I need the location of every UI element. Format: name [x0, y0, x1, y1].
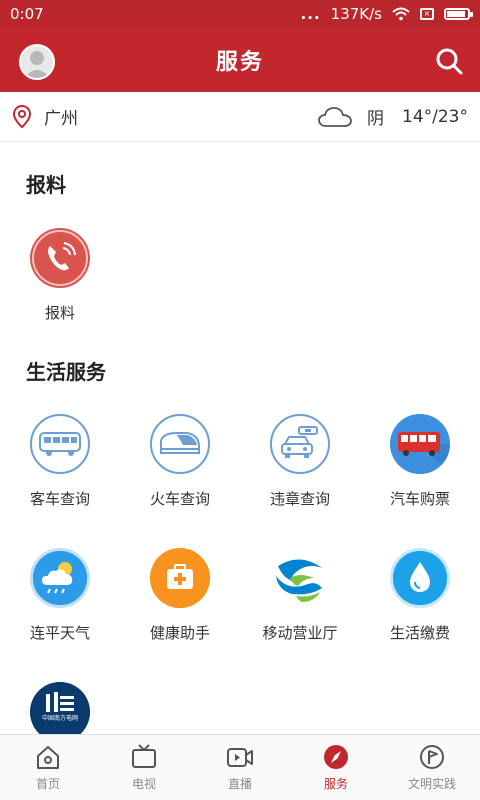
service-violation-query[interactable]: 违章查询	[240, 414, 360, 509]
app-header: 服务	[0, 28, 480, 92]
service-label: 汽车购票	[389, 490, 450, 508]
service-bus-ticket[interactable]: 汽车购票	[360, 414, 480, 509]
page-title: 服务	[215, 50, 264, 75]
location-weather-bar: 广州 阴 14°/23°	[0, 92, 480, 142]
wifi-icon	[392, 7, 410, 21]
battery-icon	[444, 8, 473, 20]
service-train-query[interactable]: 火车查询	[120, 414, 240, 509]
tab-label: 服务	[323, 777, 348, 791]
weather-icon	[30, 548, 90, 608]
service-label: 客车查询	[29, 490, 90, 508]
search-icon	[436, 48, 463, 75]
svg-text:中国南方电网: 中国南方电网	[42, 714, 78, 722]
compass-icon	[324, 745, 348, 769]
bus-icon	[30, 414, 90, 474]
service-label: 连平天气	[29, 624, 90, 642]
status-indicators: ... 137K/s ×	[300, 5, 473, 23]
tab-label: 首页	[35, 777, 60, 791]
live-video-icon	[227, 748, 253, 767]
service-bus-query[interactable]: 客车查询	[0, 414, 120, 509]
section-title-report: 报料	[26, 173, 66, 197]
service-lianping-weather[interactable]: 连平天气	[0, 548, 120, 643]
service-mobile-hall[interactable]: 移动营业厅	[240, 548, 360, 643]
service-southern-grid[interactable]: 中国南方电网	[0, 682, 120, 734]
service-label: 生活缴费	[389, 624, 450, 642]
city-name[interactable]: 广州	[44, 104, 317, 129]
china-southern-grid-icon: 中国南方电网	[30, 682, 90, 734]
sim-icon: ×	[420, 8, 434, 20]
service-label: 火车查询	[149, 490, 210, 508]
weather-condition: 阴	[367, 109, 384, 129]
tab-live[interactable]: 直播	[192, 735, 288, 800]
tab-civilization-practice[interactable]: 文明实践	[384, 735, 480, 800]
service-label: 健康助手	[149, 624, 210, 642]
water-drop-icon	[390, 548, 450, 608]
status-more: ...	[300, 5, 321, 23]
tab-home[interactable]: 首页	[0, 735, 96, 800]
services-content: 报料 报料 生活服务 客车查询 火车查询 违章查询 汽车购票 连平天气 健康助手…	[0, 142, 480, 734]
service-label: 报料	[44, 304, 75, 322]
search-button[interactable]	[434, 46, 464, 76]
car-violation-icon	[270, 414, 330, 474]
tab-label: 电视	[131, 777, 156, 791]
status-bar: 0:07 ... 137K/s ×	[0, 0, 480, 28]
tab-label: 直播	[227, 777, 252, 791]
service-report[interactable]: 报料	[0, 228, 120, 323]
tab-label: 文明实践	[407, 777, 456, 791]
section-title-life: 生活服务	[26, 360, 106, 384]
china-mobile-icon	[270, 548, 330, 608]
network-speed: 137K/s	[330, 5, 382, 23]
health-kit-icon	[150, 548, 210, 608]
bus-ticket-icon	[390, 414, 450, 474]
tv-icon	[132, 744, 156, 768]
tab-service[interactable]: 服务	[288, 735, 384, 800]
avatar[interactable]	[19, 44, 55, 80]
avatar-person-icon	[24, 51, 50, 78]
service-label: 违章查询	[269, 490, 330, 508]
service-label: 移动营业厅	[262, 624, 338, 642]
status-time: 0:07	[10, 5, 44, 23]
weather-temperature: 14°/23°	[402, 106, 468, 127]
location-pin-icon	[12, 104, 32, 128]
home-icon	[37, 746, 59, 769]
cloud-icon	[318, 106, 352, 127]
bottom-tab-bar: 首页 电视 直播 服务 文明实践	[0, 734, 480, 800]
service-utility-payment[interactable]: 生活缴费	[360, 548, 480, 643]
tab-tv[interactable]: 电视	[96, 735, 192, 800]
phone-report-icon	[30, 228, 90, 288]
service-health-assistant[interactable]: 健康助手	[120, 548, 240, 643]
flag-icon	[420, 745, 444, 769]
train-icon	[150, 414, 210, 474]
